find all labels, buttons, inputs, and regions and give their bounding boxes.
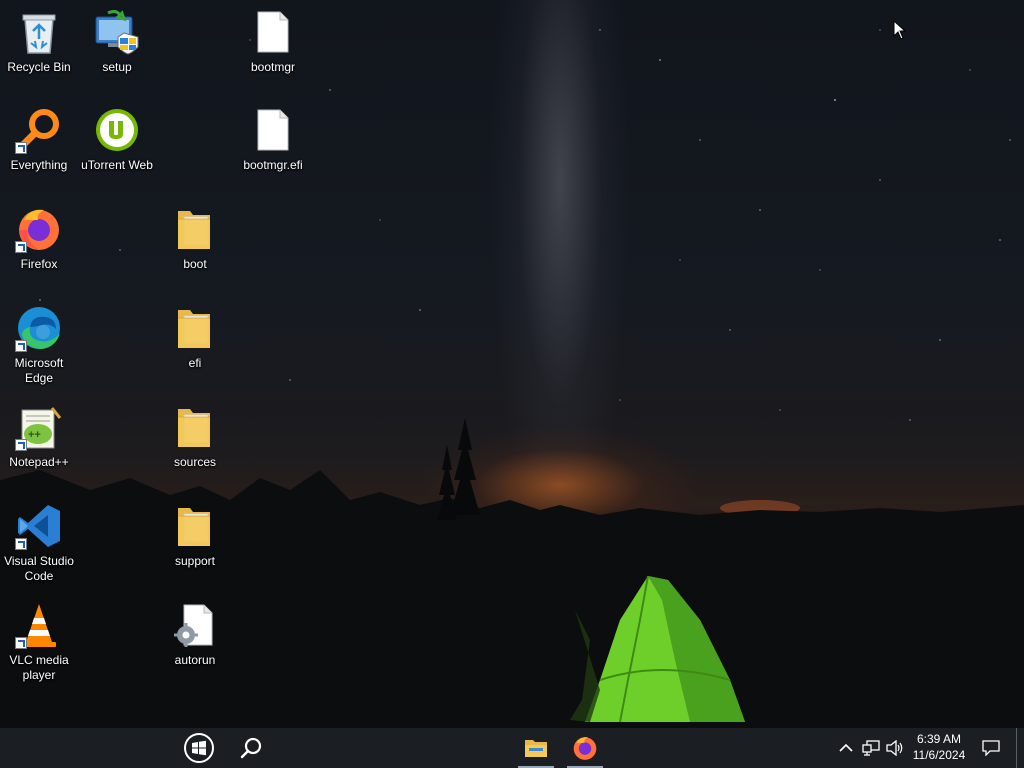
blank-file-icon (249, 8, 297, 56)
taskbar-firefox-button[interactable] (563, 728, 607, 768)
vlc-cone-icon (15, 601, 63, 649)
desktop-icon-label: VLC media player (9, 653, 69, 682)
edge-icon (15, 304, 63, 352)
desktop-icon-visual-studio-code[interactable]: Visual Studio Code (1, 502, 77, 584)
desktop-icon-label: Everything (10, 158, 68, 172)
speaker-volume-icon (886, 740, 903, 756)
network-button[interactable] (861, 738, 881, 758)
search-icon (240, 737, 262, 759)
chevron-up-icon (839, 743, 853, 752)
action-center-button[interactable] (981, 738, 1001, 758)
utorrent-icon (93, 106, 141, 154)
folder-icon (171, 403, 219, 451)
desktop-icon-label: autorun (174, 653, 216, 667)
settings-file-gear-icon (171, 601, 219, 649)
show-desktop-button[interactable] (1016, 728, 1017, 768)
desktop-icon-label: Recycle Bin (7, 60, 71, 74)
firefox-icon (15, 205, 63, 253)
network-wired-icon (862, 740, 880, 756)
desktop-icon-folder-sources[interactable]: sources (157, 403, 233, 470)
desktop-icon-label: Microsoft Edge (14, 356, 64, 385)
windows-start-icon (184, 733, 214, 763)
desktop-icon-utorrent-web[interactable]: uTorrent Web (79, 106, 155, 173)
clock-time: 6:39 AM (916, 732, 962, 746)
desktop-icon-label: bootmgr (250, 60, 296, 74)
desktop-icon-label: Firefox (20, 257, 58, 271)
firefox-icon (573, 737, 597, 760)
desktop-icon-notepad-plus-plus[interactable]: ++ Notepad++ (1, 403, 77, 470)
start-button[interactable] (176, 728, 222, 768)
volume-button[interactable] (885, 738, 905, 758)
folder-icon (171, 304, 219, 352)
shortcut-arrow-icon (15, 340, 27, 352)
desktop-icon-setup[interactable]: setup (79, 8, 155, 75)
shortcut-arrow-icon (15, 241, 27, 253)
recycle-bin-icon (15, 8, 63, 56)
folder-icon (171, 205, 219, 253)
desktop-icon-everything[interactable]: Everything (1, 106, 77, 173)
pine-trees (437, 418, 480, 520)
desktop-icon-label: setup (102, 60, 132, 74)
desktop-icon-label: sources (173, 455, 217, 469)
shortcut-arrow-icon (15, 538, 27, 550)
mountain-silhouette (0, 470, 1024, 728)
blank-file-icon (249, 106, 297, 154)
shortcut-arrow-icon (15, 637, 27, 649)
desktop-icon-file-bootmgr[interactable]: bootmgr (235, 8, 311, 75)
desktop-icon-label: uTorrent Web (81, 158, 153, 172)
desktop-icon-file-bootmgr-efi[interactable]: bootmgr.efi (235, 106, 311, 173)
clock-date: 11/6/2024 (912, 748, 966, 762)
notepad-plus-plus-icon: ++ (15, 403, 63, 451)
shortcut-arrow-icon (15, 142, 27, 154)
taskbar: 6:39 AM 11/6/2024 (0, 728, 1024, 768)
desktop-icon-label: Visual Studio Code (4, 554, 74, 583)
desktop-icon-label: efi (188, 356, 202, 370)
desktop-icon-recycle-bin[interactable]: Recycle Bin (1, 8, 77, 75)
everything-search-icon (15, 106, 63, 154)
taskbar-file-explorer-button[interactable] (514, 728, 558, 768)
svg-text:++: ++ (28, 429, 41, 441)
notifications-speech-bubble-icon (982, 740, 1000, 756)
vscode-icon (15, 502, 63, 550)
desktop-icon-vlc[interactable]: VLC media player (1, 601, 77, 683)
desktop-icon-label: boot (183, 257, 207, 271)
desktop-icon-label: support (174, 554, 216, 568)
desktop-icon-folder-boot[interactable]: boot (157, 205, 233, 272)
shortcut-arrow-icon (15, 439, 27, 451)
desktop-icon-firefox[interactable]: Firefox (1, 205, 77, 272)
desktop-icon-autorun[interactable]: autorun (157, 601, 233, 668)
mouse-pointer-icon (893, 20, 907, 40)
desktop-icon-folder-efi[interactable]: efi (157, 304, 233, 371)
search-button[interactable] (228, 728, 274, 768)
desktop-icon-label: bootmgr.efi (243, 158, 303, 172)
desktop-icon-label: Notepad++ (9, 455, 69, 469)
taskbar-clock[interactable]: 6:39 AM 11/6/2024 (904, 731, 974, 763)
folder-icon (171, 502, 219, 550)
setup-installer-icon (93, 8, 141, 56)
show-hidden-icons-button[interactable] (836, 738, 856, 758)
file-explorer-folder-icon (525, 740, 547, 757)
desktop-icon-microsoft-edge[interactable]: Microsoft Edge (1, 304, 77, 386)
desktop-icon-folder-support[interactable]: support (157, 502, 233, 569)
